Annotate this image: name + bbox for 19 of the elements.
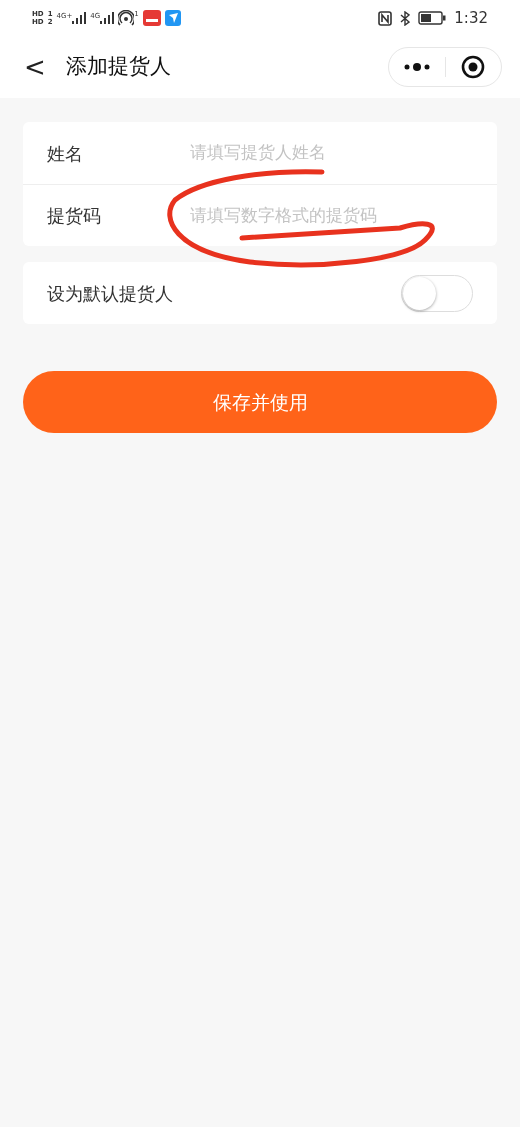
back-button[interactable]: < <box>18 54 52 80</box>
app-notification-icon <box>164 10 181 26</box>
clock: 1:32 <box>454 7 488 29</box>
field-label: 姓名 <box>47 141 84 166</box>
battery-icon <box>418 11 447 25</box>
signal-icon <box>72 12 87 24</box>
bluetooth-icon <box>400 10 411 26</box>
switch-label: 设为默认提货人 <box>47 281 174 306</box>
field-label: 提货码 <box>47 204 102 228</box>
target-icon <box>461 55 486 79</box>
hotspot-icon <box>118 10 135 26</box>
nfc-icon <box>378 10 393 26</box>
toggle-switch[interactable] <box>401 274 473 312</box>
page-title: 添加提货人 <box>65 53 171 81</box>
more-icon <box>403 63 430 71</box>
input-field[interactable]: 请填写数字格式的提货码 <box>190 202 473 229</box>
input-field[interactable]: 请填写提货人姓名 <box>190 140 473 166</box>
signal-icon <box>100 12 115 24</box>
app-notification-icon <box>142 10 161 26</box>
